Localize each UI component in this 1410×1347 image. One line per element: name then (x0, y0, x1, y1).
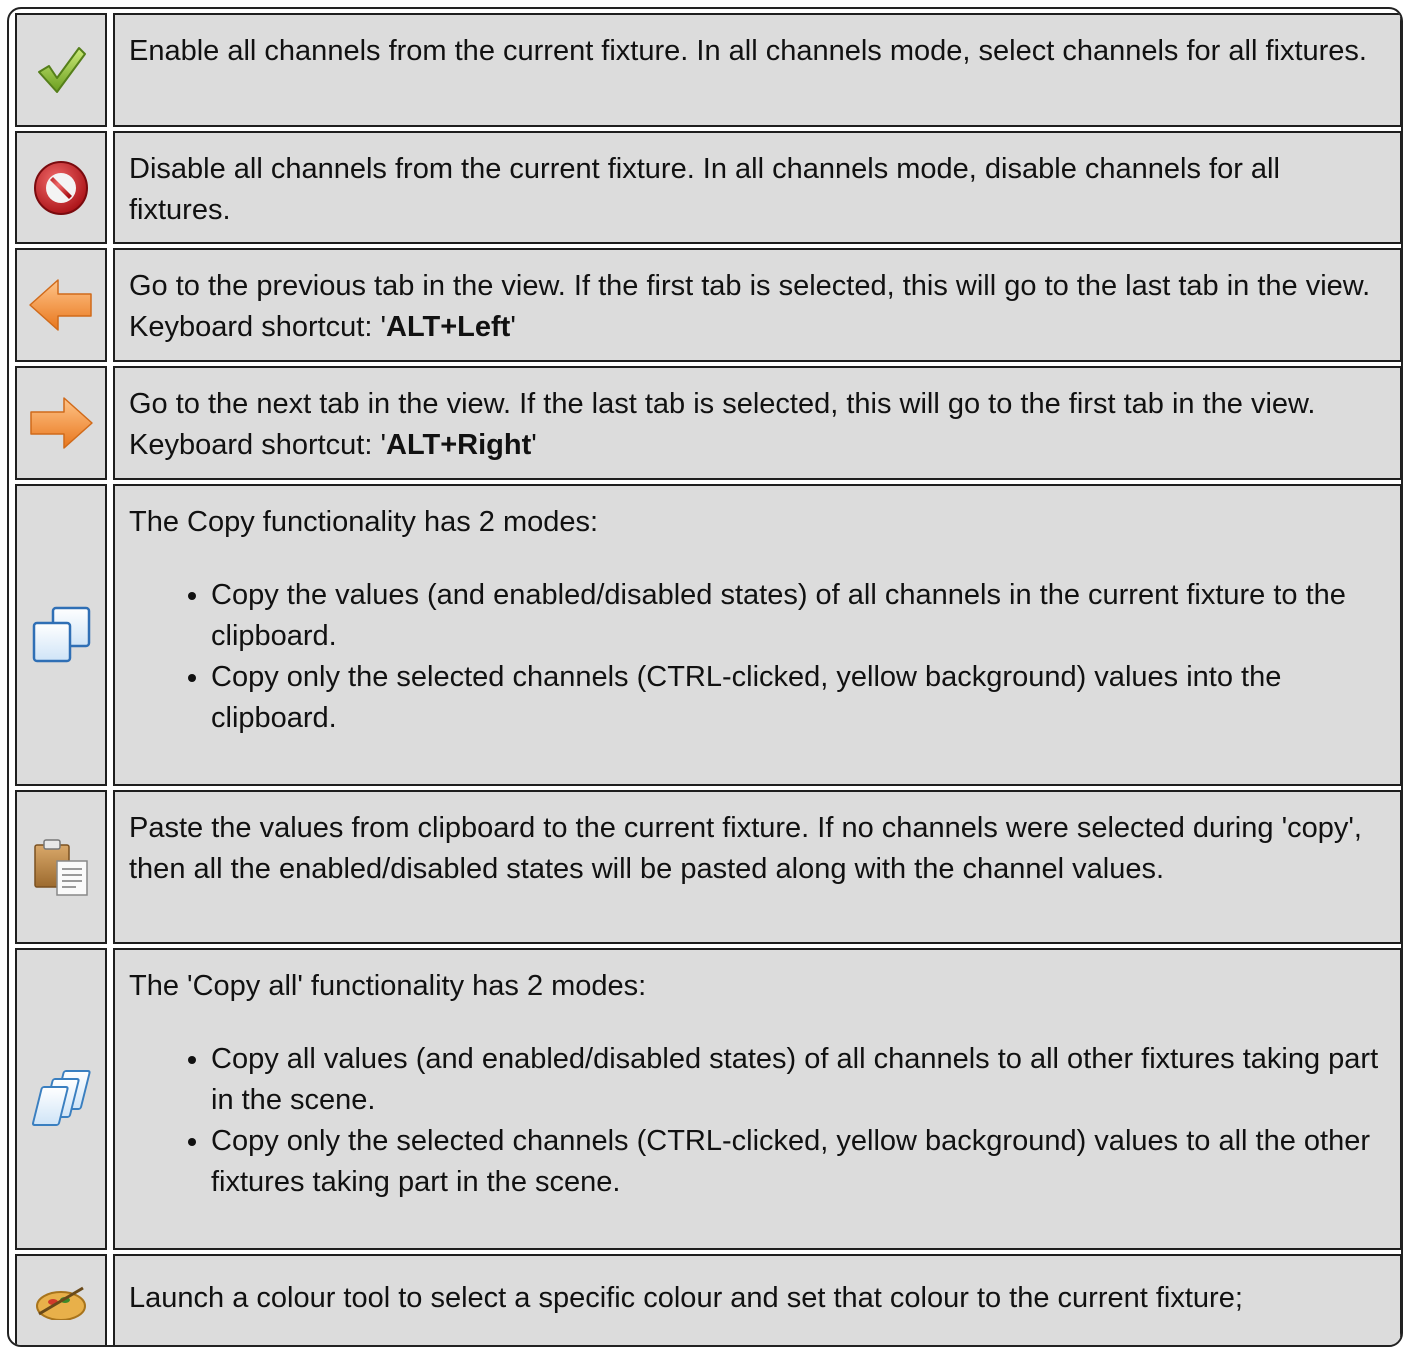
arrow-left-icon[interactable] (28, 277, 94, 333)
list-item: Copy all values (and enabled/disabled st… (211, 1039, 1386, 1121)
icon-cell (15, 131, 107, 244)
keyboard-shortcut: ALT+Left (386, 311, 511, 343)
keyboard-shortcut: ALT+Right (386, 429, 532, 461)
table-row-paste: Paste the values from clipboard to the c… (12, 790, 1401, 944)
description-cell: The 'Copy all' functionality has 2 modes… (113, 948, 1401, 1250)
color-tool-icon[interactable] (31, 1280, 91, 1320)
description-cell: Enable all channels from the current fix… (113, 13, 1401, 127)
table-row-color-tool: Launch a colour tool to select a specifi… (12, 1254, 1401, 1345)
description-text: Disable all channels from the current fi… (129, 153, 1280, 226)
table-row-disable-all: Disable all channels from the current fi… (12, 131, 1401, 244)
table-row-copy: The Copy functionality has 2 modes: Copy… (12, 484, 1401, 786)
paste-icon[interactable] (29, 835, 93, 899)
description-cell: Paste the values from clipboard to the c… (113, 790, 1401, 944)
icon-cell (15, 248, 107, 362)
copy-all-icon[interactable] (29, 1067, 93, 1131)
description-text: Go to the previous tab in the view. If t… (129, 270, 1371, 343)
description-text: Paste the values from clipboard to the c… (129, 812, 1362, 885)
description-text: Launch a colour tool to select a specifi… (129, 1282, 1243, 1314)
table-row-copy-all: The 'Copy all' functionality has 2 modes… (12, 948, 1401, 1250)
description-cell: Launch a colour tool to select a specifi… (113, 1254, 1401, 1345)
icon-cell (15, 484, 107, 786)
list-item: Copy the values (and enabled/disabled st… (211, 575, 1386, 657)
table-row-next-tab: Go to the next tab in the view. If the l… (12, 366, 1401, 480)
description-cell: Go to the previous tab in the view. If t… (113, 248, 1401, 362)
icon-cell (15, 790, 107, 944)
description-cell: Disable all channels from the current fi… (113, 131, 1401, 244)
icon-cell (15, 1254, 107, 1345)
table-row-enable-all: Enable all channels from the current fix… (12, 13, 1401, 127)
description-text: Go to the next tab in the view. If the l… (129, 388, 1316, 461)
arrow-right-icon[interactable] (28, 395, 94, 451)
check-icon[interactable] (33, 42, 89, 98)
disable-icon[interactable] (31, 158, 91, 218)
icon-cell (15, 948, 107, 1250)
list-item: Copy only the selected channels (CTRL-cl… (211, 657, 1386, 739)
mode-list: Copy the values (and enabled/disabled st… (129, 575, 1386, 739)
copy-icon[interactable] (29, 603, 93, 667)
table-row-previous-tab: Go to the previous tab in the view. If t… (12, 248, 1401, 362)
mode-list: Copy all values (and enabled/disabled st… (129, 1039, 1386, 1203)
icon-cell (15, 366, 107, 480)
description-text-end: ' (510, 311, 516, 343)
list-item: Copy only the selected channels (CTRL-cl… (211, 1121, 1386, 1203)
description-cell: The Copy functionality has 2 modes: Copy… (113, 484, 1401, 786)
help-table: Enable all channels from the current fix… (7, 7, 1403, 1347)
description-intro: The Copy functionality has 2 modes: (129, 506, 599, 538)
description-cell: Go to the next tab in the view. If the l… (113, 366, 1401, 480)
icon-cell (15, 13, 107, 127)
description-text: Enable all channels from the current fix… (129, 35, 1367, 67)
description-text-end: ' (531, 429, 537, 461)
description-intro: The 'Copy all' functionality has 2 modes… (129, 970, 647, 1002)
